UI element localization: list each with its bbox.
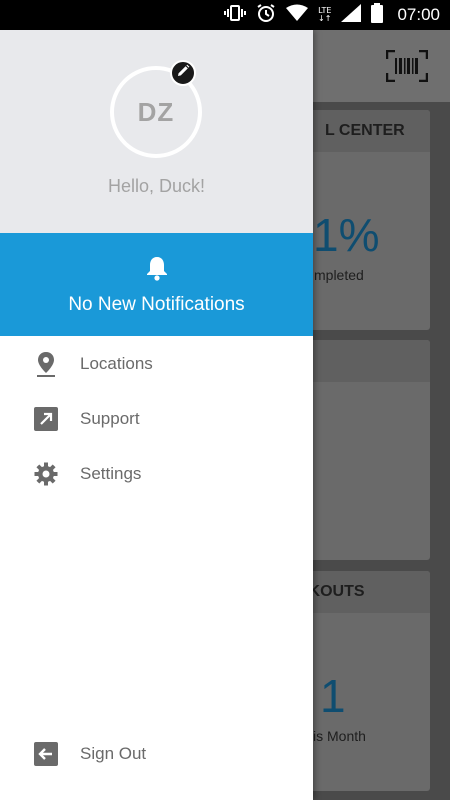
external-link-icon — [34, 407, 58, 431]
edit-profile-button[interactable] — [170, 60, 196, 86]
lte-label: LTE — [318, 6, 332, 15]
menu-item-locations[interactable]: Locations — [0, 337, 313, 391]
menu-item-label: Support — [80, 409, 140, 428]
sign-out-icon — [34, 742, 58, 766]
menu-item-support[interactable]: Support — [0, 392, 313, 446]
clock: 07:00 — [397, 5, 440, 24]
avatar-initials: DZ — [137, 96, 175, 127]
card-value: 1% — [313, 209, 380, 261]
card-value: 1 — [320, 670, 346, 722]
wifi-icon — [286, 4, 309, 27]
status-bar: LTE ↓↑ 07:00 — [0, 0, 450, 30]
notification-status-text: No New Notifications — [68, 294, 245, 315]
alarm-icon — [256, 3, 276, 28]
pencil-icon — [176, 64, 190, 83]
menu-item-label: Settings — [80, 464, 142, 483]
greeting-text: Hello, Duck! — [107, 176, 206, 196]
drawer-header: DZ Hello, Duck! — [0, 30, 313, 233]
card-caption: is Month — [313, 728, 366, 744]
card-caption: mpleted — [314, 267, 364, 283]
lte-indicator: LTE ↓↑ — [318, 6, 332, 23]
status-icons: LTE ↓↑ 07:00 — [224, 0, 440, 30]
vibrate-icon — [224, 4, 247, 27]
sign-out-button[interactable]: Sign Out — [0, 727, 313, 781]
bell-icon — [145, 255, 169, 281]
gear-icon — [34, 462, 58, 486]
location-pin-icon — [34, 352, 58, 377]
sign-out-label: Sign Out — [80, 744, 147, 763]
notifications-banner[interactable]: No New Notifications — [0, 233, 313, 336]
navigation-drawer: DZ Hello, Duck! No New Notifications Loc… — [0, 30, 313, 800]
menu-item-label: Locations — [80, 354, 153, 373]
menu-item-settings[interactable]: Settings — [0, 447, 313, 501]
barcode-scanner-icon — [385, 49, 429, 83]
signal-icon — [341, 3, 362, 27]
battery-icon — [371, 2, 384, 28]
